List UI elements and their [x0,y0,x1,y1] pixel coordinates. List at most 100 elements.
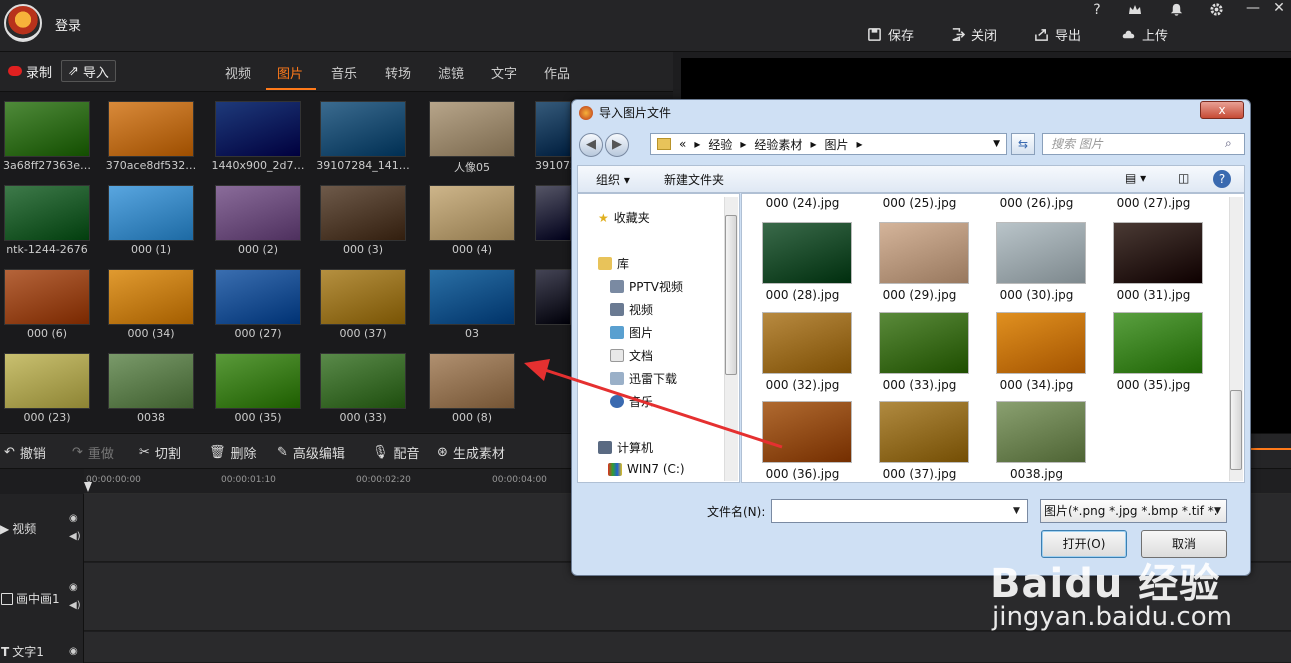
nav-lib-video[interactable]: 视频 [610,301,653,318]
settings-icon[interactable] [1207,2,1225,20]
volume-icon[interactable]: ◀) [69,600,81,611]
help-icon[interactable]: ? [1213,170,1231,188]
breadcrumb-item[interactable]: 图片 [824,136,848,153]
breadcrumb-item[interactable]: 经验 [708,136,732,153]
nav-lib-pictures[interactable]: 图片 [610,324,653,341]
tab-transition[interactable]: 转场 [385,63,411,82]
file-thumbnail[interactable] [879,401,969,463]
redo-button[interactable]: ↷ 重做 [72,443,114,462]
eye-icon[interactable]: ◉ [69,582,78,593]
tab-filter[interactable]: 滤镜 [438,63,464,82]
file-name[interactable]: 000 (26).jpg [978,196,1095,210]
media-thumbnail[interactable] [215,101,301,157]
breadcrumb-item[interactable]: 经验素材 [754,136,802,153]
media-thumbnail[interactable] [535,269,571,325]
forward-arrow-icon[interactable]: ▶ [605,133,629,157]
media-thumbnail[interactable] [4,353,90,409]
file-name[interactable]: 000 (30).jpg [978,288,1095,302]
back-arrow-icon[interactable]: ◀ [579,133,603,157]
media-thumbnail[interactable] [320,269,406,325]
file-thumbnail[interactable] [996,312,1086,374]
media-thumbnail[interactable] [108,101,194,157]
search-icon[interactable]: ⌕ [1225,136,1232,151]
import-button[interactable]: ⇗ 导入 [61,60,116,82]
media-thumbnail[interactable] [429,185,515,241]
nav-favorites[interactable]: ★ 收藏夹 [598,209,650,226]
media-thumbnail[interactable] [429,269,515,325]
file-thumbnail[interactable] [879,222,969,284]
volume-icon[interactable]: ◀) [69,531,81,542]
media-thumbnail[interactable] [215,185,301,241]
media-thumbnail[interactable] [4,185,90,241]
file-name[interactable]: 000 (34).jpg [978,378,1095,392]
filetype-dropdown-icon[interactable]: ▼ [1214,506,1221,516]
help-icon[interactable]: ? [1088,2,1106,20]
dialog-close-button[interactable]: x [1200,101,1244,119]
app-logo[interactable] [4,4,42,42]
tab-video[interactable]: 视频 [225,63,251,82]
tab-text[interactable]: 文字 [491,63,517,82]
file-name[interactable]: 000 (35).jpg [1095,378,1212,392]
file-name[interactable]: 000 (27).jpg [1095,196,1212,210]
media-thumbnail[interactable] [320,101,406,157]
address-bar[interactable]: « ▸ 经验 ▸ 经验素材 ▸ 图片 ▸ ▼ [650,133,1007,155]
media-thumbnail[interactable] [429,101,515,157]
record-button[interactable]: 录制 [2,60,58,82]
file-name[interactable]: 000 (24).jpg [744,196,861,210]
media-thumbnail[interactable] [535,185,571,241]
upload-button[interactable]: 上传 [1121,25,1168,44]
advanced-edit-button[interactable]: ✎ 高级编辑 [277,443,345,462]
close-button[interactable]: 关闭 [950,25,997,44]
media-thumbnail[interactable] [108,353,194,409]
dubbing-button[interactable]: 🎙 配音 [372,443,420,462]
minimize-icon[interactable]: — [1244,0,1262,18]
file-thumbnail[interactable] [996,401,1086,463]
organize-menu[interactable]: 组织 ▾ [596,171,630,188]
file-name[interactable]: 000 (28).jpg [744,288,861,302]
nav-library[interactable]: 库 [598,255,629,272]
file-name[interactable]: 000 (33).jpg [861,378,978,392]
media-thumbnail[interactable] [4,101,90,157]
refresh-icon[interactable]: ⇆ [1011,133,1035,155]
text-track[interactable] [84,632,1291,663]
nav-lib-pptv[interactable]: PPTV视频 [610,278,683,295]
media-thumbnail[interactable] [215,353,301,409]
search-input[interactable]: 搜索 图片 [1042,133,1245,155]
file-thumbnail[interactable] [762,222,852,284]
media-thumbnail[interactable] [320,185,406,241]
tab-image[interactable]: 图片 [277,63,303,82]
file-name[interactable]: 000 (31).jpg [1095,288,1212,302]
delete-button[interactable]: 🗑 删除 [209,443,257,462]
address-dropdown-icon[interactable]: ▼ [993,139,1000,149]
media-thumbnail[interactable] [535,101,571,157]
close-window-icon[interactable]: ✕ [1270,0,1288,18]
media-thumbnail[interactable] [320,353,406,409]
login-link[interactable]: 登录 [55,15,81,34]
view-options-icon[interactable]: ▤ ▾ [1125,171,1146,185]
filename-dropdown-icon[interactable]: ▼ [1013,506,1020,516]
file-thumbnail[interactable] [996,222,1086,284]
file-scroll-thumb[interactable] [1230,390,1242,470]
file-name[interactable]: 000 (37).jpg [861,467,978,481]
nav-drive-c[interactable]: WIN7 (C:) [608,462,685,476]
export-button[interactable]: 导出 [1034,25,1081,44]
file-name[interactable]: 000 (36).jpg [744,467,861,481]
eye-icon[interactable]: ◉ [69,513,78,524]
filetype-select[interactable]: 图片(*.png *.jpg *.bmp *.tif *. [1040,499,1227,523]
nav-scroll-thumb[interactable] [725,215,737,375]
tab-music[interactable]: 音乐 [331,63,357,82]
media-thumbnail[interactable] [4,269,90,325]
preview-pane-icon[interactable]: ◫ [1178,171,1189,185]
bell-icon[interactable] [1167,2,1185,20]
filename-input[interactable] [771,499,1028,523]
media-thumbnail[interactable] [108,185,194,241]
file-thumbnail[interactable] [879,312,969,374]
file-name[interactable]: 000 (25).jpg [861,196,978,210]
media-thumbnail[interactable] [215,269,301,325]
file-thumbnail[interactable] [1113,312,1203,374]
file-name[interactable]: 000 (29).jpg [861,288,978,302]
new-folder-button[interactable]: 新建文件夹 [664,171,724,188]
undo-button[interactable]: ↶ 撤销 [4,443,46,462]
eye-icon[interactable]: ◉ [69,646,78,657]
media-thumbnail[interactable] [429,353,515,409]
